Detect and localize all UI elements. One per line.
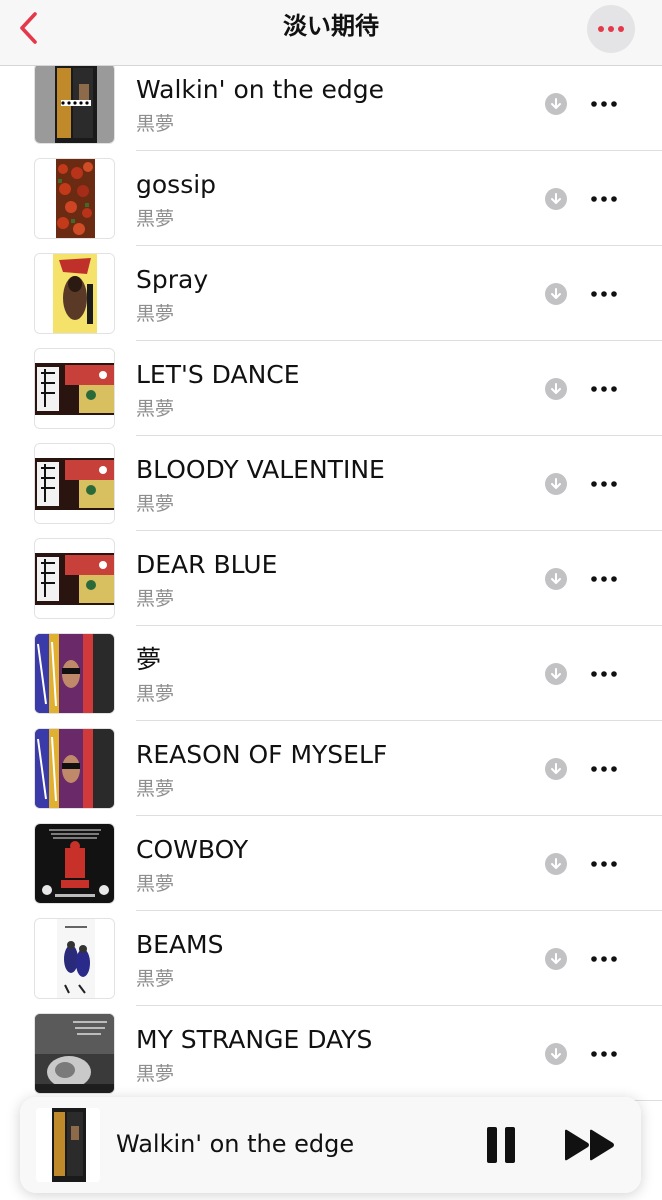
back-button[interactable] [10,8,46,48]
page-title: 淡い期待 [283,12,379,40]
ellipsis-icon[interactable] [586,1040,622,1068]
download-icon[interactable] [545,188,567,210]
fast-forward-button[interactable] [563,1128,617,1162]
download-icon[interactable] [545,663,567,685]
ellipsis-icon[interactable] [586,565,622,593]
ellipsis-icon[interactable] [586,185,622,213]
album-artwork [34,1013,115,1094]
pause-button[interactable] [484,1125,518,1165]
ellipsis-icon[interactable] [586,850,622,878]
song-row[interactable]: REASON OF MYSELF 黒夢 [0,721,662,816]
download-icon[interactable] [545,283,567,305]
ellipsis-icon[interactable] [586,660,622,688]
song-artist: 黒夢 [136,778,175,800]
album-artwork [34,823,115,904]
album-artwork [34,443,115,524]
mini-player[interactable]: Walkin' on the edge [20,1097,641,1193]
fast-forward-icon [565,1129,614,1161]
album-artwork [34,253,115,334]
download-icon[interactable] [545,1043,567,1065]
album-artwork [34,728,115,809]
chevron-left-icon [20,12,37,44]
song-title: COWBOY [136,835,249,864]
song-title: LET'S DANCE [136,360,300,389]
download-icon[interactable] [545,378,567,400]
song-artist: 黒夢 [136,303,175,325]
album-artwork [34,633,115,714]
song-artist: 黒夢 [136,873,175,895]
song-row[interactable]: BEAMS 黒夢 [0,911,662,1006]
album-artwork [34,348,115,429]
song-artist: 黒夢 [136,113,175,135]
song-row[interactable]: COWBOY 黒夢 [0,816,662,911]
song-title: Walkin' on the edge [136,75,385,104]
song-artist: 黒夢 [136,398,175,420]
song-row[interactable]: LET'S DANCE 黒夢 [0,341,662,436]
ellipsis-icon[interactable] [586,470,622,498]
navigation-bar: 淡い期待 [0,0,662,66]
download-icon[interactable] [545,473,567,495]
song-artist: 黒夢 [136,208,175,230]
pause-icon [487,1127,515,1163]
more-options-button[interactable] [587,5,635,53]
ellipsis-icon[interactable] [586,90,622,118]
now-playing-title: Walkin' on the edge [116,1130,355,1158]
song-row[interactable]: MY STRANGE DAYS 黒夢 [0,1006,662,1101]
download-icon[interactable] [545,948,567,970]
song-title: 夢 [136,645,162,674]
album-artwork [34,538,115,619]
song-title: DEAR BLUE [136,550,278,579]
download-icon[interactable] [545,853,567,875]
song-title: BEAMS [136,930,224,959]
song-row[interactable]: Walkin' on the edge 黒夢 [0,56,662,151]
song-artist: 黒夢 [136,493,175,515]
song-title: MY STRANGE DAYS [136,1025,373,1054]
ellipsis-icon[interactable] [586,375,622,403]
song-title: gossip [136,170,217,199]
song-row[interactable]: Spray 黒夢 [0,246,662,341]
download-icon[interactable] [545,758,567,780]
song-row[interactable]: 夢 黒夢 [0,626,662,721]
ellipsis-icon[interactable] [586,280,622,308]
song-artist: 黒夢 [136,588,175,610]
song-title: Spray [136,265,209,294]
ellipsis-icon[interactable] [586,945,622,973]
now-playing-artwork [36,1108,100,1182]
song-artist: 黒夢 [136,1063,175,1085]
song-title: BLOODY VALENTINE [136,455,385,484]
ellipsis-icon [598,26,624,32]
album-artwork [34,63,115,144]
song-row[interactable]: BLOODY VALENTINE 黒夢 [0,436,662,531]
song-list: Walkin' on the edge 黒夢 gossip 黒夢 Spray 黒… [0,56,662,1101]
song-artist: 黒夢 [136,968,175,990]
song-row[interactable]: gossip 黒夢 [0,151,662,246]
download-icon[interactable] [545,568,567,590]
song-row[interactable]: DEAR BLUE 黒夢 [0,531,662,626]
song-title: REASON OF MYSELF [136,740,388,769]
ellipsis-icon[interactable] [586,755,622,783]
album-artwork [34,918,115,999]
song-artist: 黒夢 [136,683,175,705]
album-artwork [34,158,115,239]
download-icon[interactable] [545,93,567,115]
